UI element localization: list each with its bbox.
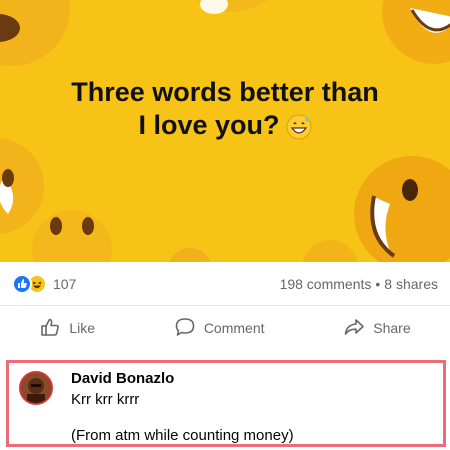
comment-label: Comment bbox=[203, 320, 265, 336]
reactions-summary[interactable]: 107 bbox=[12, 274, 76, 294]
comment-button[interactable]: Comment bbox=[164, 310, 275, 347]
headline-line-1: Three words better than bbox=[71, 77, 379, 107]
post-actions: Like Comment Share bbox=[0, 306, 450, 350]
headline-line-2: I love you? bbox=[138, 110, 280, 140]
reaction-count: 107 bbox=[53, 276, 77, 292]
comments-count[interactable]: 198 comments bbox=[280, 276, 372, 292]
avatar[interactable] bbox=[19, 371, 53, 405]
comment-text-line-1: Krr krr krrr bbox=[71, 391, 140, 408]
like-button[interactable]: Like bbox=[29, 310, 105, 347]
highlighted-comment: David Bonazlo Krr krr krrr (From atm whi… bbox=[6, 360, 446, 447]
post-headline: Three words better than I love you? bbox=[0, 76, 450, 148]
share-label: Share bbox=[373, 320, 411, 336]
shares-count[interactable]: 8 shares bbox=[384, 276, 438, 292]
post-stats: 107 198 comments • 8 shares bbox=[0, 262, 450, 306]
like-reaction-icon bbox=[12, 274, 32, 294]
comments-shares-summary: 198 comments • 8 shares bbox=[280, 276, 438, 292]
like-label: Like bbox=[69, 320, 96, 336]
speech-bubble-icon bbox=[174, 316, 196, 341]
comment-author[interactable]: David Bonazlo bbox=[71, 370, 174, 387]
grinning-sweat-emoji-icon bbox=[286, 114, 312, 148]
post-image[interactable]: Three words better than I love you? bbox=[0, 0, 450, 262]
separator: • bbox=[375, 276, 381, 292]
comment-text-line-2: (From atm while counting money) bbox=[71, 427, 294, 444]
thumbs-up-icon bbox=[39, 316, 61, 341]
share-arrow-icon bbox=[343, 316, 365, 341]
share-button[interactable]: Share bbox=[333, 310, 420, 347]
